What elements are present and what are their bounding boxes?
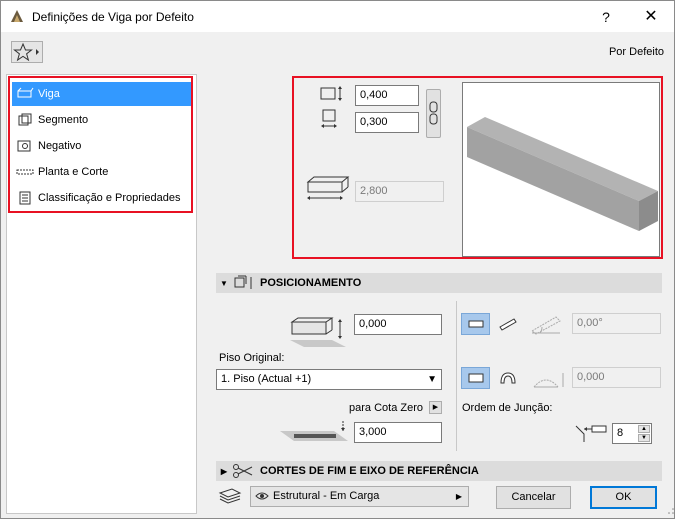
eye-icon (255, 492, 269, 500)
star-icon (13, 42, 39, 62)
positioning-section-header[interactable]: ▼ POSICIONAMENTO (216, 273, 662, 293)
nav-list-highlight: Viga Segmento Negativo Planta e Corte Cl… (8, 76, 193, 213)
curve-height-icon (533, 373, 564, 388)
zero-reference-label: para Cota Zero (349, 402, 423, 414)
main-panel: 0,400 0,300 2,800 ▼ POSICIONAMENTO 0,000… (206, 69, 672, 517)
width-input[interactable]: 0,300 (355, 112, 419, 133)
slanted-beam-icon (498, 318, 517, 331)
chain-link-icon (429, 101, 438, 125)
offset-input[interactable]: 0,000 (354, 314, 442, 335)
cuts-section-header[interactable]: ▶ CORTES DE FIM E EIXO DE REFERÊNCIA (216, 461, 662, 481)
dialog-window: Definições de Viga por Defeito ? ✕ Por D… (0, 0, 675, 519)
expand-arrow-icon: ▶ (220, 466, 228, 476)
curved-beam-toggle[interactable] (493, 367, 522, 389)
home-story-label: Piso Original: (219, 352, 285, 364)
straight-beam-icon (468, 373, 483, 383)
nav-item-label: Viga (38, 88, 60, 100)
straight-beam-toggle[interactable] (461, 367, 490, 389)
help-button[interactable]: ? (591, 5, 621, 29)
close-button[interactable]: ✕ (633, 5, 669, 29)
archicad-app-icon (11, 10, 23, 22)
length-input: 2,800 (355, 181, 444, 202)
nav-item-label: Classificação e Propriedades (38, 192, 181, 204)
ok-button[interactable]: OK (590, 486, 657, 509)
floor-plan-icon (16, 169, 34, 175)
preset-label: Por Defeito (608, 46, 664, 58)
nav-item-label: Negativo (38, 140, 82, 152)
layer-value: Estrutural - Em Carga (273, 490, 380, 502)
beam-height-icon (320, 86, 342, 101)
stepper-down-icon[interactable]: ▼ (638, 434, 650, 442)
nav-item-label: Segmento (38, 114, 89, 126)
slant-angle-input: 0,00° (572, 313, 661, 334)
nav-item-viga[interactable]: Viga (12, 82, 191, 106)
section-divider (456, 301, 457, 451)
positioning-title: POSICIONAMENTO (260, 277, 362, 289)
negative-icon (17, 140, 31, 152)
intersection-order-icon (575, 425, 607, 442)
nav-item-segmento[interactable]: Segmento (12, 108, 191, 132)
resize-grip-icon[interactable] (667, 507, 674, 514)
cancel-button[interactable]: Cancelar (496, 486, 571, 509)
nav-item-label: Planta e Corte (38, 166, 109, 178)
window-title: Definições de Viga por Defeito (32, 10, 194, 24)
cuts-title: CORTES DE FIM E EIXO DE REFERÊNCIA (260, 465, 479, 477)
intersection-order-stepper[interactable]: 8 ▲ ▼ (612, 423, 652, 444)
beam-width-icon (321, 109, 337, 128)
positioning-icon (234, 275, 252, 289)
classification-icon (19, 191, 31, 205)
intersection-order-label: Ordem de Junção: (462, 402, 553, 414)
layers-icon (218, 488, 242, 504)
title-bar: Definições de Viga por Defeito ? ✕ (1, 1, 674, 32)
3d-preview[interactable] (462, 82, 660, 257)
geometry-preview-area: 0,400 0,300 2,800 (292, 76, 663, 259)
home-story-value: 1. Piso (Actual +1) (221, 373, 312, 385)
curved-beam-icon (499, 372, 516, 384)
zero-level-input[interactable]: 3,000 (354, 422, 442, 443)
vertical-beam-toggle[interactable] (461, 313, 490, 335)
slant-angle-icon (531, 316, 561, 335)
nav-item-planta-corte[interactable]: Planta e Corte (12, 160, 191, 184)
segment-icon (18, 113, 32, 126)
zero-level-icon (280, 421, 348, 441)
beam-length-icon (306, 176, 350, 200)
slanted-beam-toggle[interactable] (493, 313, 522, 335)
home-story-select[interactable]: 1. Piso (Actual +1) ▼ (216, 369, 442, 390)
link-dimensions-button[interactable] (426, 89, 441, 138)
height-input[interactable]: 0,400 (355, 85, 419, 106)
scissors-icon (233, 464, 253, 478)
beam-icon (17, 87, 34, 98)
favorites-button[interactable] (11, 41, 43, 63)
stepper-up-icon[interactable]: ▲ (638, 425, 650, 433)
settings-panel-list: Viga Segmento Negativo Planta e Corte Cl… (6, 74, 197, 514)
beam-3d-model (467, 117, 658, 231)
curve-height-input: 0,000 (572, 367, 661, 388)
intersection-order-value: 8 (617, 427, 624, 439)
chevron-down-icon: ▼ (427, 374, 437, 385)
offset-icon (290, 317, 346, 347)
vertical-beam-icon (468, 320, 483, 328)
chevron-right-icon: ▶ (455, 492, 462, 501)
collapse-arrow-icon: ▼ (220, 278, 228, 288)
nav-item-negativo[interactable]: Negativo (12, 134, 191, 158)
nav-item-classificacao[interactable]: Classificação e Propriedades (12, 186, 191, 210)
zero-reference-button[interactable]: ▶ (429, 401, 442, 414)
layer-select[interactable]: Estrutural - Em Carga ▶ (250, 486, 469, 507)
chevron-right-icon: ▶ (432, 404, 439, 411)
